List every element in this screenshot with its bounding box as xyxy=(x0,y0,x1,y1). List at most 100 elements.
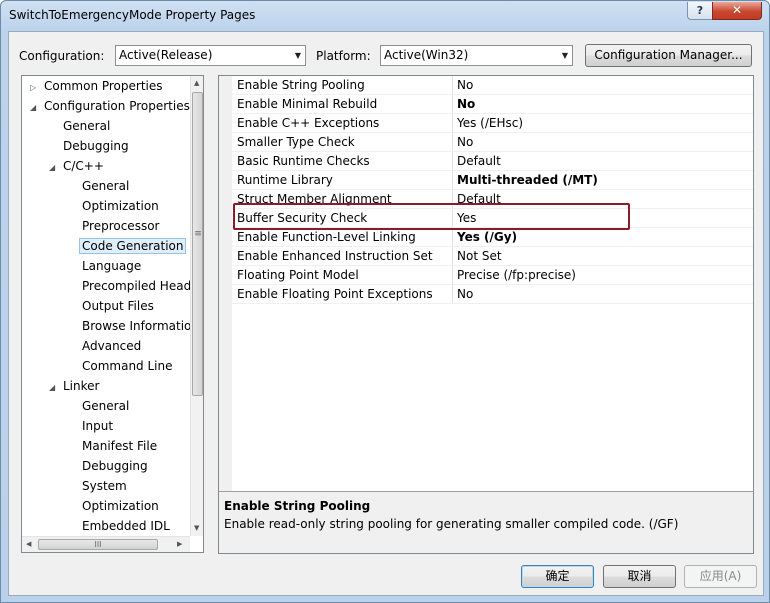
property-value[interactable]: Precise (/fp:precise) xyxy=(452,266,576,284)
collapse-arrow-icon[interactable]: ◢ xyxy=(30,98,44,117)
tree-item[interactable]: Command Line xyxy=(68,357,173,376)
property-name: Runtime Library xyxy=(237,173,333,187)
tree-item-label: System xyxy=(82,479,127,493)
property-row[interactable]: Enable C++ Exceptions Yes (/EHsc) xyxy=(232,114,753,133)
configuration-combo[interactable]: Active(Release) ▼ xyxy=(115,45,306,66)
description-panel: Enable String Pooling Enable read-only s… xyxy=(218,491,754,554)
grip-icon: III xyxy=(94,540,102,549)
chevron-down-icon: ▼ xyxy=(561,51,568,60)
help-button[interactable]: ? xyxy=(687,2,713,20)
tree-item-label: Language xyxy=(82,259,142,273)
platform-combo[interactable]: Active(Win32) ▼ xyxy=(380,45,573,66)
property-value[interactable]: Yes (/EHsc) xyxy=(452,114,523,132)
tree-item-label: Optimization xyxy=(82,199,159,213)
tree-item[interactable]: Output Files xyxy=(68,297,154,316)
platform-value: Active(Win32) xyxy=(384,48,469,62)
tree-vertical-thumb[interactable]: ≡ xyxy=(192,92,203,396)
tree-item[interactable]: Optimization xyxy=(68,497,159,516)
grip-icon: ≡ xyxy=(194,229,202,239)
tree-item[interactable]: Precompiled Head xyxy=(68,277,191,296)
property-value[interactable]: Default xyxy=(452,152,501,170)
tree-item-label: Input xyxy=(82,419,114,433)
tree-item[interactable]: Preprocessor xyxy=(68,217,159,236)
property-value[interactable]: No xyxy=(452,76,473,94)
tree-item-label: Debugging xyxy=(82,459,148,473)
configuration-manager-button[interactable]: Configuration Manager... xyxy=(585,44,752,67)
tree-item[interactable]: ◢ Configuration Properties xyxy=(30,97,190,116)
tree-item[interactable]: Optimization xyxy=(68,197,159,216)
tree-item[interactable]: ▷ Common Properties xyxy=(30,77,163,96)
tree-item-label: General xyxy=(82,179,130,193)
tree-item[interactable]: Manifest File xyxy=(68,437,157,456)
property-value[interactable]: No xyxy=(452,133,473,151)
tree-item-label: Output Files xyxy=(82,299,154,313)
tree-item[interactable]: General xyxy=(68,397,129,416)
tree-item[interactable]: Embedded IDL xyxy=(68,517,170,536)
tree-horizontal-scrollbar[interactable]: ◀ III ▶ xyxy=(22,536,190,552)
tree-item[interactable]: Input xyxy=(68,417,113,436)
property-name: Enable Enhanced Instruction Set xyxy=(237,249,433,263)
property-row[interactable]: Enable Function-Level Linking Yes (/Gy) xyxy=(232,228,753,247)
tree-item[interactable]: Advanced xyxy=(68,337,141,356)
property-name: Basic Runtime Checks xyxy=(237,154,370,168)
window-title: SwitchToEmergencyMode Property Pages xyxy=(9,8,256,22)
tree-item[interactable]: Browse Informatio xyxy=(68,317,191,336)
configuration-label: Configuration: xyxy=(19,49,105,63)
chevron-down-icon: ▼ xyxy=(294,51,301,60)
property-name: Enable C++ Exceptions xyxy=(237,116,380,130)
tree-item[interactable]: Code Generation xyxy=(68,237,187,256)
tree-item[interactable]: ◢ Linker xyxy=(49,377,99,396)
property-row[interactable]: Enable Enhanced Instruction Set Not Set xyxy=(232,247,753,266)
title-bar[interactable]: SwitchToEmergencyMode Property Pages ? ✕ xyxy=(1,1,769,31)
collapse-arrow-icon[interactable]: ◢ xyxy=(49,378,63,397)
tree-item-label: General xyxy=(82,399,130,413)
tree-horizontal-thumb[interactable]: III xyxy=(38,539,158,550)
close-icon: ✕ xyxy=(731,3,743,17)
tree-item[interactable]: ◢ C/C++ xyxy=(49,157,104,176)
property-value[interactable]: Not Set xyxy=(452,247,502,265)
property-row[interactable]: Enable String Pooling No xyxy=(232,76,753,95)
property-row[interactable]: Smaller Type Check No xyxy=(232,133,753,152)
tree-item[interactable]: System xyxy=(68,477,127,496)
collapse-arrow-icon[interactable]: ◢ xyxy=(49,158,63,177)
property-row[interactable]: Basic Runtime Checks Default xyxy=(232,152,753,171)
tree-vertical-scrollbar[interactable]: ▲ ≡ ▼ xyxy=(190,76,203,536)
property-value[interactable]: Yes (/Gy) xyxy=(452,228,517,246)
description-title: Enable String Pooling xyxy=(224,499,371,513)
tree-item-label: Linker xyxy=(63,379,100,393)
tree-item-label: Debugging xyxy=(63,139,129,153)
property-row[interactable]: Runtime Library Multi-threaded (/MT) xyxy=(232,171,753,190)
tree-item[interactable]: General xyxy=(49,117,110,136)
property-row[interactable]: Enable Minimal Rebuild No xyxy=(232,95,753,114)
property-value[interactable]: Multi-threaded (/MT) xyxy=(452,171,598,189)
runtime-library-highlight xyxy=(233,203,630,230)
scroll-right-icon[interactable]: ▶ xyxy=(177,540,182,548)
tree-item-label: General xyxy=(63,119,111,133)
tree-item[interactable]: General xyxy=(68,177,129,196)
tree-item[interactable]: Debugging xyxy=(49,137,129,156)
property-name: Enable String Pooling xyxy=(237,78,365,92)
cancel-button[interactable]: 取消 xyxy=(603,565,676,588)
property-row[interactable]: Floating Point Model Precise (/fp:precise… xyxy=(232,266,753,285)
ok-button[interactable]: 确定 xyxy=(521,565,594,588)
scroll-left-icon[interactable]: ◀ xyxy=(26,540,31,548)
tree-item-label: Command Line xyxy=(82,359,173,373)
tree-item[interactable]: Language xyxy=(68,257,141,276)
property-row[interactable]: Enable Floating Point Exceptions No xyxy=(232,285,753,304)
scroll-up-icon[interactable]: ▲ xyxy=(194,79,199,87)
property-value[interactable]: No xyxy=(452,285,473,303)
tree-item-label: Optimization xyxy=(82,499,159,513)
tree-item-label: Code Generation xyxy=(79,238,187,254)
property-value[interactable]: No xyxy=(452,95,475,113)
property-name: Floating Point Model xyxy=(237,268,359,282)
tree-item-label: Manifest File xyxy=(82,439,158,453)
expand-arrow-icon[interactable]: ▷ xyxy=(30,78,44,97)
property-name: Enable Floating Point Exceptions xyxy=(237,287,433,301)
close-button[interactable]: ✕ xyxy=(712,2,762,20)
tree-item-label: Precompiled Head xyxy=(82,279,192,293)
platform-label: Platform: xyxy=(316,49,371,63)
tree-item[interactable]: Debugging xyxy=(68,457,148,476)
scroll-down-icon[interactable]: ▼ xyxy=(194,524,199,532)
dialog-client: Configuration: Active(Release) ▼ Platfor… xyxy=(8,31,764,596)
apply-button[interactable]: 应用(A) xyxy=(684,565,757,588)
